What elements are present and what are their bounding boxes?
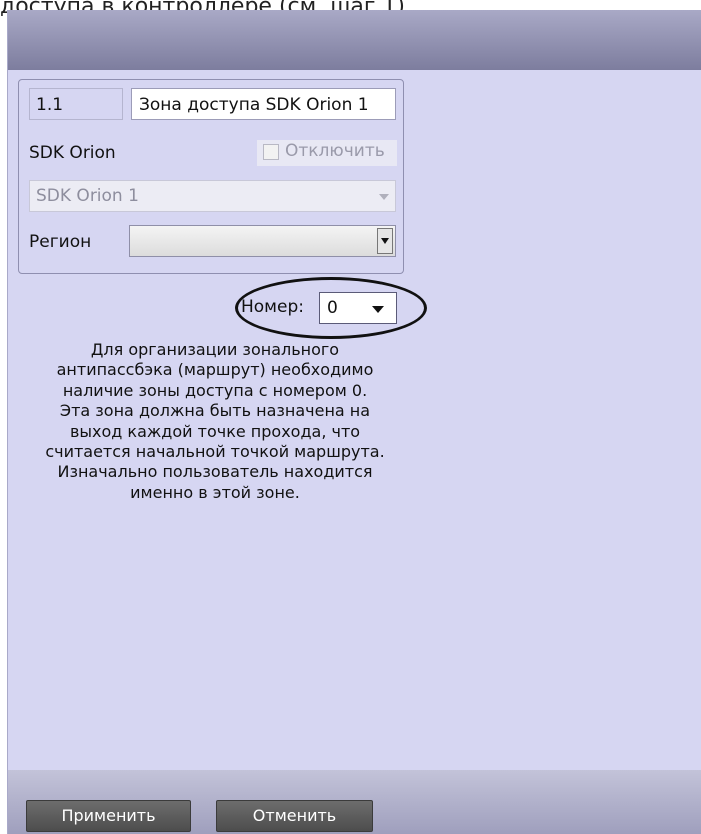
settings-panel: 1.1 Зона доступа SDK Orion 1 SDK Orion О… xyxy=(7,10,701,834)
info-line: выход каждой точке прохода, что xyxy=(69,421,361,441)
disable-checkbox[interactable] xyxy=(263,144,279,160)
number-select-value: 0 xyxy=(327,298,338,318)
device-label: SDK Orion xyxy=(29,143,116,163)
region-select[interactable] xyxy=(129,225,396,257)
chevron-down-icon xyxy=(379,194,389,200)
disable-checkbox-control[interactable]: Отключить xyxy=(257,140,397,166)
number-label: Номер: xyxy=(241,297,304,317)
info-line: наличие зоны доступа с номером 0. xyxy=(62,380,368,400)
zone-id-field[interactable]: 1.1 xyxy=(29,88,123,120)
info-line: Для организации зонального xyxy=(90,340,340,359)
info-line: Изначально пользователь находится xyxy=(57,462,373,482)
info-line: Эта зона должна быть назначена на xyxy=(59,401,371,421)
zone-settings-group: 1.1 Зона доступа SDK Orion 1 SDK Orion О… xyxy=(18,79,404,274)
disable-checkbox-label: Отключить xyxy=(285,141,385,161)
device-select-value: SDK Orion 1 xyxy=(36,186,139,206)
panel-header-bar xyxy=(8,10,701,70)
info-text: Для организации зонального антипассбэка … xyxy=(30,340,400,503)
dropdown-arrow-icon[interactable] xyxy=(377,228,393,254)
info-line: считается начальной точкой маршрута. xyxy=(45,442,385,462)
info-line: антипассбэка (маршрут) необходимо xyxy=(56,360,374,380)
zone-name-input[interactable]: Зона доступа SDK Orion 1 xyxy=(131,88,396,120)
panel-footer: Применить Отменить xyxy=(8,770,701,834)
cancel-button[interactable]: Отменить xyxy=(216,800,373,832)
device-select: SDK Orion 1 xyxy=(29,180,396,212)
info-line: именно в этой зоне. xyxy=(130,482,300,502)
apply-button[interactable]: Применить xyxy=(26,800,191,832)
region-label: Регион xyxy=(29,232,92,252)
chevron-down-icon xyxy=(372,306,384,313)
number-select[interactable]: 0 xyxy=(319,292,397,324)
